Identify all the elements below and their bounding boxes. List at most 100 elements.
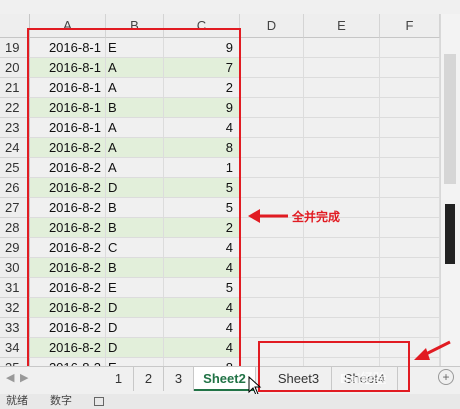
- cell-empty[interactable]: [304, 298, 380, 318]
- row-header[interactable]: 26: [0, 178, 30, 198]
- cell-b[interactable]: C: [106, 238, 164, 258]
- cell-empty[interactable]: [304, 258, 380, 278]
- cell-a[interactable]: 2016-8-2: [30, 258, 106, 278]
- cell-empty[interactable]: [240, 118, 304, 138]
- cell-empty[interactable]: [380, 318, 440, 338]
- cell-empty[interactable]: [240, 98, 304, 118]
- cell-c[interactable]: 5: [164, 198, 240, 218]
- cell-empty[interactable]: [380, 138, 440, 158]
- cell-empty[interactable]: [240, 78, 304, 98]
- cell-empty[interactable]: [380, 218, 440, 238]
- cell-empty[interactable]: [304, 138, 380, 158]
- cell-c[interactable]: 8: [164, 138, 240, 158]
- cell-a[interactable]: 2016-8-2: [30, 138, 106, 158]
- tab-sheet2[interactable]: Sheet2: [194, 367, 256, 391]
- cell-empty[interactable]: [304, 98, 380, 118]
- cell-empty[interactable]: [380, 178, 440, 198]
- row-header[interactable]: 30: [0, 258, 30, 278]
- cell-b[interactable]: D: [106, 318, 164, 338]
- row-header[interactable]: 34: [0, 338, 30, 358]
- row-header[interactable]: 23: [0, 118, 30, 138]
- cell-c[interactable]: 2: [164, 78, 240, 98]
- cell-a[interactable]: 2016-8-2: [30, 158, 106, 178]
- cell-c[interactable]: 4: [164, 118, 240, 138]
- row-header[interactable]: 20: [0, 58, 30, 78]
- cell-a[interactable]: 2016-8-2: [30, 278, 106, 298]
- row-header[interactable]: 27: [0, 198, 30, 218]
- add-sheet-icon[interactable]: +: [438, 369, 454, 385]
- cell-empty[interactable]: [380, 78, 440, 98]
- cell-a[interactable]: 2016-8-1: [30, 98, 106, 118]
- tab-sheet-2[interactable]: 2: [134, 367, 164, 391]
- tab-sheet-3[interactable]: 3: [164, 367, 194, 391]
- row-header[interactable]: 25: [0, 158, 30, 178]
- cell-b[interactable]: A: [106, 78, 164, 98]
- cell-empty[interactable]: [380, 238, 440, 258]
- cell-empty[interactable]: [380, 38, 440, 58]
- cell-b[interactable]: B: [106, 198, 164, 218]
- cell-empty[interactable]: [304, 118, 380, 138]
- row-header[interactable]: 24: [0, 138, 30, 158]
- column-header-a[interactable]: A: [30, 14, 106, 38]
- cell-empty[interactable]: [240, 298, 304, 318]
- cell-b[interactable]: B: [106, 258, 164, 278]
- cell-empty[interactable]: [304, 158, 380, 178]
- tab-prev-icon[interactable]: ◀: [6, 371, 14, 384]
- cell-empty[interactable]: [240, 178, 304, 198]
- row-header[interactable]: 21: [0, 78, 30, 98]
- tab-next-icon[interactable]: ▶: [20, 371, 28, 384]
- cell-empty[interactable]: [304, 78, 380, 98]
- column-header-d[interactable]: D: [240, 14, 304, 38]
- row-header[interactable]: 32: [0, 298, 30, 318]
- cell-b[interactable]: D: [106, 178, 164, 198]
- cell-empty[interactable]: [380, 98, 440, 118]
- cell-empty[interactable]: [240, 158, 304, 178]
- cell-b[interactable]: E: [106, 278, 164, 298]
- cell-b[interactable]: A: [106, 138, 164, 158]
- cell-b[interactable]: E: [106, 38, 164, 58]
- cell-empty[interactable]: [304, 338, 380, 358]
- cell-empty[interactable]: [240, 138, 304, 158]
- row-header[interactable]: 33: [0, 318, 30, 338]
- row-header[interactable]: 31: [0, 278, 30, 298]
- cell-empty[interactable]: [380, 278, 440, 298]
- vertical-scrollbar[interactable]: [440, 14, 460, 366]
- cell-a[interactable]: 2016-8-2: [30, 298, 106, 318]
- cell-a[interactable]: 2016-8-2: [30, 338, 106, 358]
- cell-empty[interactable]: [380, 258, 440, 278]
- scrollbar-thumb[interactable]: [444, 54, 456, 184]
- cell-empty[interactable]: [380, 118, 440, 138]
- cell-empty[interactable]: [304, 318, 380, 338]
- cell-c[interactable]: 2: [164, 218, 240, 238]
- column-header-e[interactable]: E: [304, 14, 380, 38]
- cell-c[interactable]: 4: [164, 338, 240, 358]
- cell-empty[interactable]: [240, 278, 304, 298]
- cell-a[interactable]: 2016-8-1: [30, 58, 106, 78]
- cell-a[interactable]: 2016-8-2: [30, 238, 106, 258]
- cell-empty[interactable]: [380, 298, 440, 318]
- cell-a[interactable]: 2016-8-1: [30, 118, 106, 138]
- cell-c[interactable]: 7: [164, 58, 240, 78]
- cell-empty[interactable]: [380, 58, 440, 78]
- cell-empty[interactable]: [304, 238, 380, 258]
- cell-empty[interactable]: [240, 238, 304, 258]
- cell-c[interactable]: 5: [164, 278, 240, 298]
- cell-a[interactable]: 2016-8-2: [30, 318, 106, 338]
- row-header[interactable]: 22: [0, 98, 30, 118]
- cell-empty[interactable]: [240, 38, 304, 58]
- column-header-b[interactable]: B: [106, 14, 164, 38]
- cell-empty[interactable]: [240, 338, 304, 358]
- cell-b[interactable]: B: [106, 98, 164, 118]
- cell-a[interactable]: 2016-8-2: [30, 218, 106, 238]
- cell-a[interactable]: 2016-8-1: [30, 38, 106, 58]
- tab-sheet3[interactable]: Sheet3: [266, 367, 332, 391]
- cell-b[interactable]: D: [106, 298, 164, 318]
- cell-b[interactable]: A: [106, 58, 164, 78]
- macro-record-icon[interactable]: [94, 397, 104, 406]
- cell-empty[interactable]: [380, 198, 440, 218]
- column-header-f[interactable]: F: [380, 14, 440, 38]
- cell-c[interactable]: 4: [164, 318, 240, 338]
- cell-empty[interactable]: [240, 58, 304, 78]
- cell-empty[interactable]: [240, 258, 304, 278]
- cell-c[interactable]: 1: [164, 158, 240, 178]
